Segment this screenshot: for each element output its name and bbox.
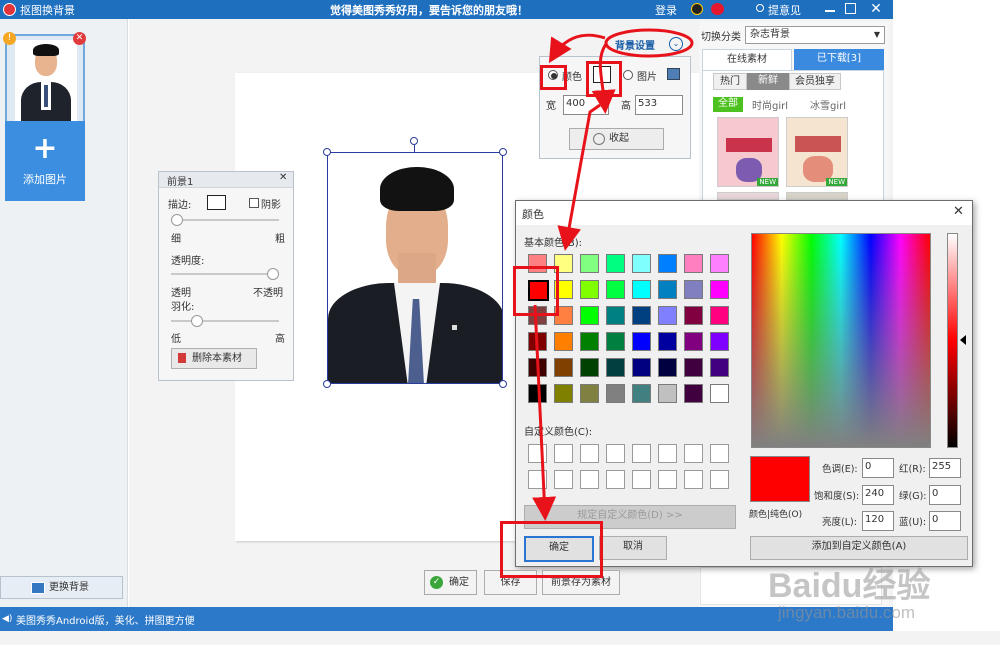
annotation-arrow (532, 304, 557, 521)
annotation-oval (604, 28, 694, 58)
annotation-box (540, 65, 567, 90)
watermark-url: jingyan.baidu.com (778, 603, 916, 622)
annotation-box (586, 61, 622, 97)
watermark-brand: Baidu经验 (768, 567, 931, 605)
annotation-box (500, 521, 603, 578)
annotation-arrow (548, 33, 606, 64)
annotation-arrow (557, 103, 601, 251)
annotation-box (513, 266, 559, 316)
